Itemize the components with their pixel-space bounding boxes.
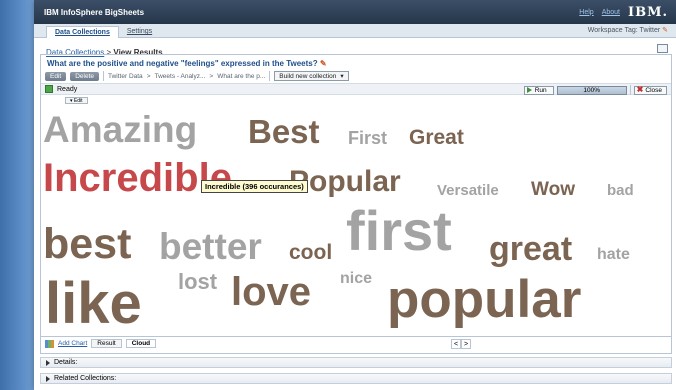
cloud-word[interactable]: best — [43, 223, 131, 266]
cloud-word[interactable]: Great — [409, 127, 464, 148]
cloud-word[interactable]: first — [346, 203, 452, 259]
cloud-word[interactable]: lost — [178, 271, 217, 293]
prev-page-button[interactable]: < — [451, 339, 461, 349]
details-label: Details: — [54, 359, 78, 366]
panel-title: What are the positive and negative "feel… — [41, 55, 671, 69]
edit-button[interactable]: Edit — [45, 71, 67, 81]
build-collection-label: Build new collection — [279, 72, 337, 80]
cloud-edit-tab[interactable]: ▾ Edit — [65, 97, 88, 104]
next-page-button[interactable]: > — [461, 339, 471, 349]
view-tabs: Add Chart Result Cloud < > — [41, 336, 671, 350]
app-window: IBM InfoSphere BigSheets Help About IBM.… — [34, 0, 676, 390]
pencil-icon[interactable]: ✎ — [662, 27, 668, 34]
cloud-word[interactable]: Wow — [531, 180, 575, 199]
help-link[interactable]: Help — [579, 9, 593, 16]
close-button[interactable]: ✖ Close — [633, 85, 667, 95]
related-collections-section[interactable]: Related Collections: — [40, 373, 672, 384]
cloud-word[interactable]: nice — [340, 271, 372, 287]
caret-down-icon: ▾ — [70, 98, 73, 104]
app-title: IBM InfoSphere BigSheets — [44, 7, 145, 17]
header-links: Help About IBM. — [579, 5, 668, 20]
cloud-word[interactable]: popular — [387, 273, 581, 326]
header-bar: IBM InfoSphere BigSheets Help About IBM. — [34, 0, 676, 24]
cloud-word[interactable]: hate — [597, 247, 630, 263]
expand-triangle-icon — [46, 359, 50, 366]
progress-text: 100% — [583, 86, 600, 94]
path-item: What are the p... — [217, 72, 266, 80]
run-label: Run — [534, 86, 547, 94]
panel-toolbar: Edit Delete Twitter Data > Tweets - Anal… — [41, 69, 671, 83]
path-item[interactable]: Tweets - Analyz... — [154, 73, 205, 80]
delete-button[interactable]: Delete — [70, 71, 99, 81]
workspace-tag: Workspace Tag: Twitter ✎ — [588, 26, 668, 34]
cloud-word[interactable]: love — [231, 272, 311, 312]
cloud-edit-label: Edit — [73, 98, 83, 104]
about-link[interactable]: About — [602, 9, 620, 16]
cloud-word[interactable]: great — [489, 232, 572, 266]
pager: < > — [451, 339, 471, 349]
play-icon — [526, 87, 532, 93]
run-button[interactable]: Run — [523, 85, 554, 95]
add-chart-link[interactable]: Add Chart — [58, 340, 87, 347]
cloud-word[interactable]: better — [159, 228, 262, 265]
collection-title: What are the positive and negative "feel… — [47, 59, 318, 68]
word-cloud: Amazing Best First Great Incredible Popu… — [41, 105, 671, 335]
edit-title-icon[interactable]: ✎ — [320, 59, 327, 68]
cloud-word[interactable]: Amazing — [43, 111, 197, 148]
cloud-word[interactable]: First — [348, 129, 387, 147]
toolbar-divider — [269, 71, 271, 81]
cloud-word[interactable]: like — [45, 275, 142, 333]
workspace-tag-label: Workspace Tag: Twitter — [587, 27, 661, 34]
main-tabs: Data Collections Settings Workspace Tag:… — [34, 24, 676, 38]
ibm-logo: IBM. — [628, 4, 668, 20]
run-controls: Run 100% ✖ Close — [523, 85, 667, 95]
tab-result[interactable]: Result — [91, 339, 122, 348]
tab-cloud[interactable]: Cloud — [125, 339, 157, 348]
chart-icon — [45, 339, 54, 348]
tab-settings[interactable]: Settings — [119, 26, 160, 37]
path-separator: > — [209, 72, 214, 80]
status-divider — [629, 85, 631, 95]
expand-triangle-icon — [46, 375, 50, 382]
close-icon: ✖ — [636, 85, 644, 94]
path-separator: > — [146, 72, 151, 80]
cloud-word[interactable]: cool — [289, 242, 332, 263]
path-item[interactable]: Twitter Data — [108, 73, 143, 80]
status-ok-icon — [45, 85, 53, 93]
cloud-word[interactable]: bad — [607, 183, 634, 198]
collection-panel: What are the positive and negative "feel… — [40, 54, 672, 354]
cloud-word[interactable]: Versatile — [437, 183, 499, 198]
status-bar: Ready Run 100% ✖ Close — [41, 83, 671, 95]
progress-bar: 100% — [556, 85, 627, 95]
close-label: Close — [645, 86, 662, 94]
cloud-word[interactable]: Best — [248, 115, 320, 148]
word-tooltip: Incredible (396 occurances) — [201, 180, 308, 193]
related-collections-label: Related Collections: — [54, 375, 117, 382]
tab-data-collections[interactable]: Data Collections — [46, 26, 119, 38]
maximize-icon[interactable] — [657, 44, 668, 53]
details-section[interactable]: Details: — [40, 357, 672, 368]
chevron-down-icon: ▾ — [340, 73, 344, 80]
build-collection-dropdown[interactable]: Build new collection ▾ — [274, 71, 349, 81]
toolbar-divider — [103, 71, 104, 81]
status-text: Ready — [57, 85, 78, 93]
